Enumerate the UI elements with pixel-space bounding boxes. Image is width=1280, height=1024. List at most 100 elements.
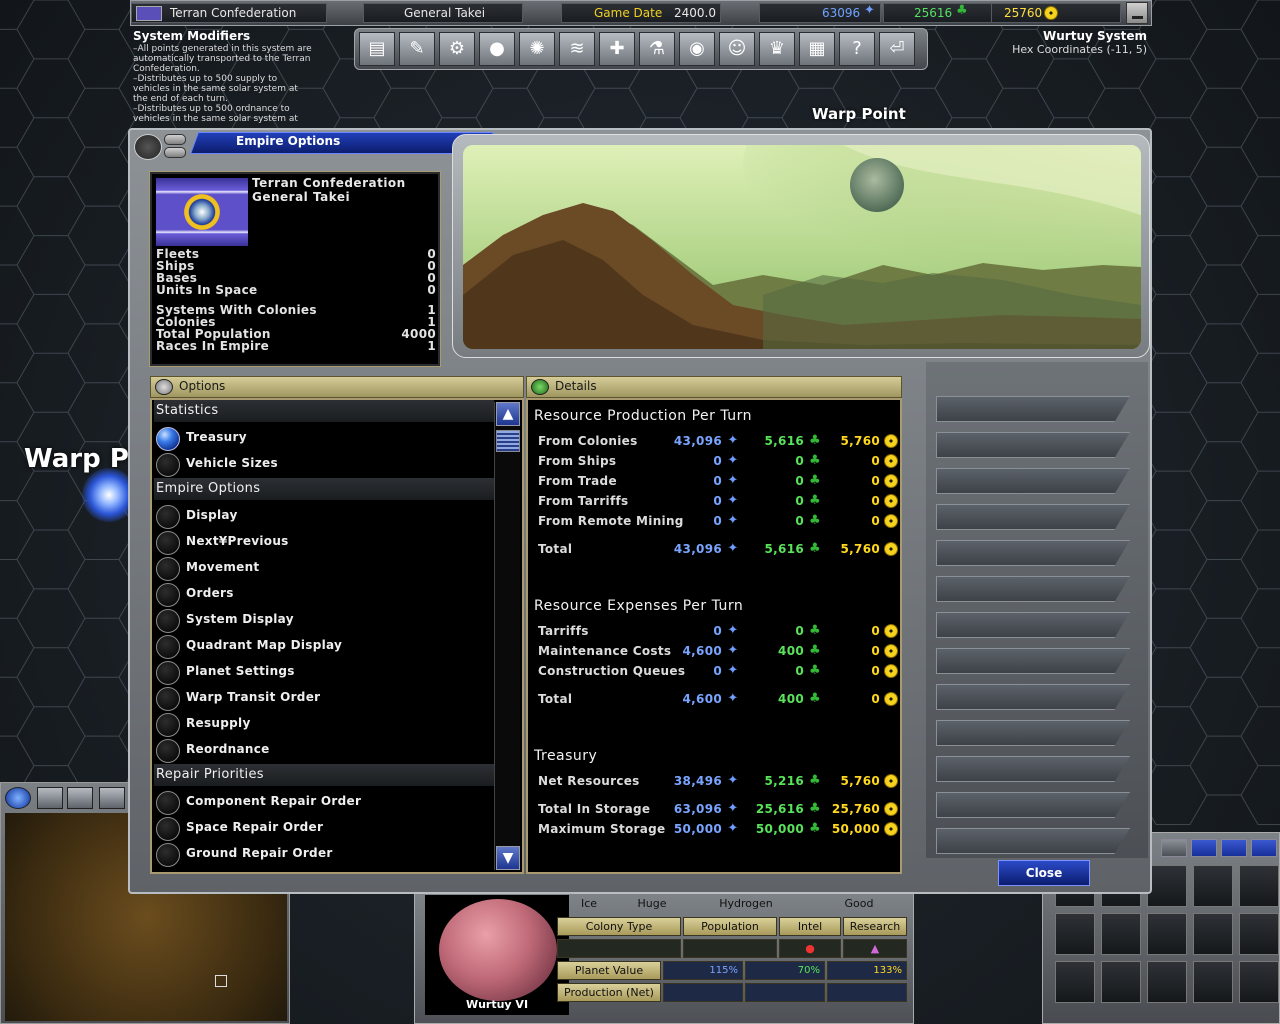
build-slot-icon[interactable] xyxy=(1239,913,1279,955)
side-list-slot[interactable] xyxy=(936,684,1130,710)
option-item-display[interactable]: Display xyxy=(154,504,494,530)
build-slot-icon[interactable] xyxy=(1055,913,1095,955)
dialog-restore-button[interactable] xyxy=(164,147,186,158)
intel-icon[interactable]: ◉ xyxy=(679,32,715,66)
option-item-system-display[interactable]: System Display xyxy=(154,608,494,634)
colony-type-header[interactable]: Colony Type xyxy=(557,917,681,936)
side-list-slot[interactable] xyxy=(936,540,1130,566)
option-item-space-repair-order[interactable]: Space Repair Order xyxy=(154,816,494,842)
radio-button-icon[interactable] xyxy=(156,609,180,633)
radio-button-icon[interactable] xyxy=(156,635,180,659)
options-scrollbar[interactable]: ▲ ▼ xyxy=(494,402,520,870)
ship-icon[interactable] xyxy=(67,787,93,809)
list-tab-icon[interactable] xyxy=(1221,839,1247,857)
log-icon[interactable]: ▦ xyxy=(799,32,835,66)
diplomacy-icon[interactable]: ☺ xyxy=(719,32,755,66)
queue-tab-icon[interactable] xyxy=(1191,839,1217,857)
option-item-treasury[interactable]: Treasury xyxy=(154,426,494,452)
close-button[interactable]: Close xyxy=(998,860,1090,886)
ships-tab-icon[interactable] xyxy=(1251,839,1277,857)
tech-tree-icon[interactable]: ✎ xyxy=(399,32,435,66)
side-list-slot[interactable] xyxy=(936,504,1130,530)
radio-button-icon[interactable] xyxy=(156,661,180,685)
build-slot-icon[interactable] xyxy=(1101,961,1141,1003)
option-item-planet-settings[interactable]: Planet Settings xyxy=(154,660,494,686)
research-icon[interactable]: ⚗ xyxy=(639,32,675,66)
radio-button-icon[interactable] xyxy=(156,427,180,451)
option-item-next-previous[interactable]: Next¥Previous xyxy=(154,530,494,556)
build-slot-icon[interactable] xyxy=(1193,913,1233,955)
construction-icon[interactable]: ✚ xyxy=(599,32,635,66)
news-icon[interactable]: ▤ xyxy=(359,32,395,66)
option-item-movement[interactable]: Movement xyxy=(154,556,494,582)
options-list[interactable]: Statistics Treasury Vehicle Sizes Empire Op… xyxy=(150,398,524,874)
side-list-slot[interactable] xyxy=(936,612,1130,638)
intel-header[interactable]: Intel xyxy=(779,917,841,936)
minerals-icon: ✦ xyxy=(727,623,739,638)
side-list-slot[interactable] xyxy=(936,828,1130,854)
radio-button-icon[interactable] xyxy=(156,531,180,555)
side-list-slot[interactable] xyxy=(936,432,1130,458)
unit-icon[interactable] xyxy=(99,787,125,809)
side-list-slot[interactable] xyxy=(936,756,1130,782)
side-list-slot[interactable] xyxy=(936,576,1130,602)
build-slot-icon[interactable] xyxy=(1147,865,1187,907)
galaxy-view-icon[interactable] xyxy=(5,787,31,809)
scroll-thumb[interactable] xyxy=(496,430,520,452)
scroll-down-button[interactable]: ▼ xyxy=(496,846,520,870)
radio-button-icon[interactable] xyxy=(156,583,180,607)
organics-value: 50,000 xyxy=(755,822,804,836)
options-section-title: Empire Options xyxy=(154,478,494,500)
radio-button-icon[interactable] xyxy=(156,557,180,581)
radio-button-icon[interactable] xyxy=(156,713,180,737)
population-header[interactable]: Population xyxy=(683,917,777,936)
planets-icon[interactable]: ● xyxy=(479,32,515,66)
side-list-slot[interactable] xyxy=(936,720,1130,746)
options-tab-icon[interactable] xyxy=(1161,839,1187,857)
build-slot-icon[interactable] xyxy=(1055,961,1095,1003)
research-header[interactable]: Research xyxy=(843,917,907,936)
scroll-up-button[interactable]: ▲ xyxy=(496,402,520,426)
radio-button-icon[interactable] xyxy=(156,505,180,529)
build-slot-icon[interactable] xyxy=(1239,961,1279,1003)
radio-button-icon[interactable] xyxy=(156,739,180,763)
planet-image[interactable]: Wurtuy VI xyxy=(425,895,569,1015)
build-slot-icon[interactable] xyxy=(1193,961,1233,1003)
dialog-minimize-button[interactable] xyxy=(164,134,186,145)
radio-button-icon[interactable] xyxy=(156,687,180,711)
build-slot-icon[interactable] xyxy=(1101,913,1141,955)
radio-button-icon[interactable] xyxy=(156,843,180,867)
exit-icon[interactable]: ⏎ xyxy=(879,32,915,66)
option-item-warp-transit-order[interactable]: Warp Transit Order xyxy=(154,686,494,712)
colonies-icon[interactable]: ✺ xyxy=(519,32,555,66)
side-list-slot[interactable] xyxy=(936,396,1130,422)
side-list-slot[interactable] xyxy=(936,468,1130,494)
option-item-component-repair-order[interactable]: Component Repair Order xyxy=(154,790,494,816)
organics-icon: ♣ xyxy=(809,801,821,816)
radio-button-icon[interactable] xyxy=(156,817,180,841)
build-slot-icon[interactable] xyxy=(1239,865,1279,907)
fleet-icon[interactable] xyxy=(37,787,63,809)
radio-button-icon[interactable] xyxy=(156,791,180,815)
build-slot-icon[interactable] xyxy=(1193,865,1233,907)
ship-design-icon[interactable]: ⚙ xyxy=(439,32,475,66)
option-item-reordnance[interactable]: Reordnance xyxy=(154,738,494,764)
radio-button-icon[interactable] xyxy=(156,453,180,477)
option-item-quadrant-map-display[interactable]: Quadrant Map Display xyxy=(154,634,494,660)
radioactives-icon xyxy=(884,434,898,448)
empire-icon[interactable]: ♛ xyxy=(759,32,795,66)
empire-name-segment[interactable]: Terran Confederation xyxy=(131,3,327,23)
option-item-resupply[interactable]: Resupply xyxy=(154,712,494,738)
fleets-icon[interactable]: ≋ xyxy=(559,32,595,66)
build-slot-icon[interactable] xyxy=(1147,961,1187,1003)
minimize-button[interactable] xyxy=(1126,2,1148,24)
option-item-orders[interactable]: Orders xyxy=(154,582,494,608)
side-list-slot[interactable] xyxy=(936,648,1130,674)
help-icon[interactable]: ? xyxy=(839,32,875,66)
side-list-slot[interactable] xyxy=(936,792,1130,818)
minerals-value: 4,600 xyxy=(682,692,722,706)
build-slot-icon[interactable] xyxy=(1147,913,1187,955)
option-item-ground-repair-order[interactable]: Ground Repair Order xyxy=(154,842,494,868)
option-item-vehicle-sizes[interactable]: Vehicle Sizes xyxy=(154,452,494,478)
organics-icon: ♣ xyxy=(809,691,821,706)
